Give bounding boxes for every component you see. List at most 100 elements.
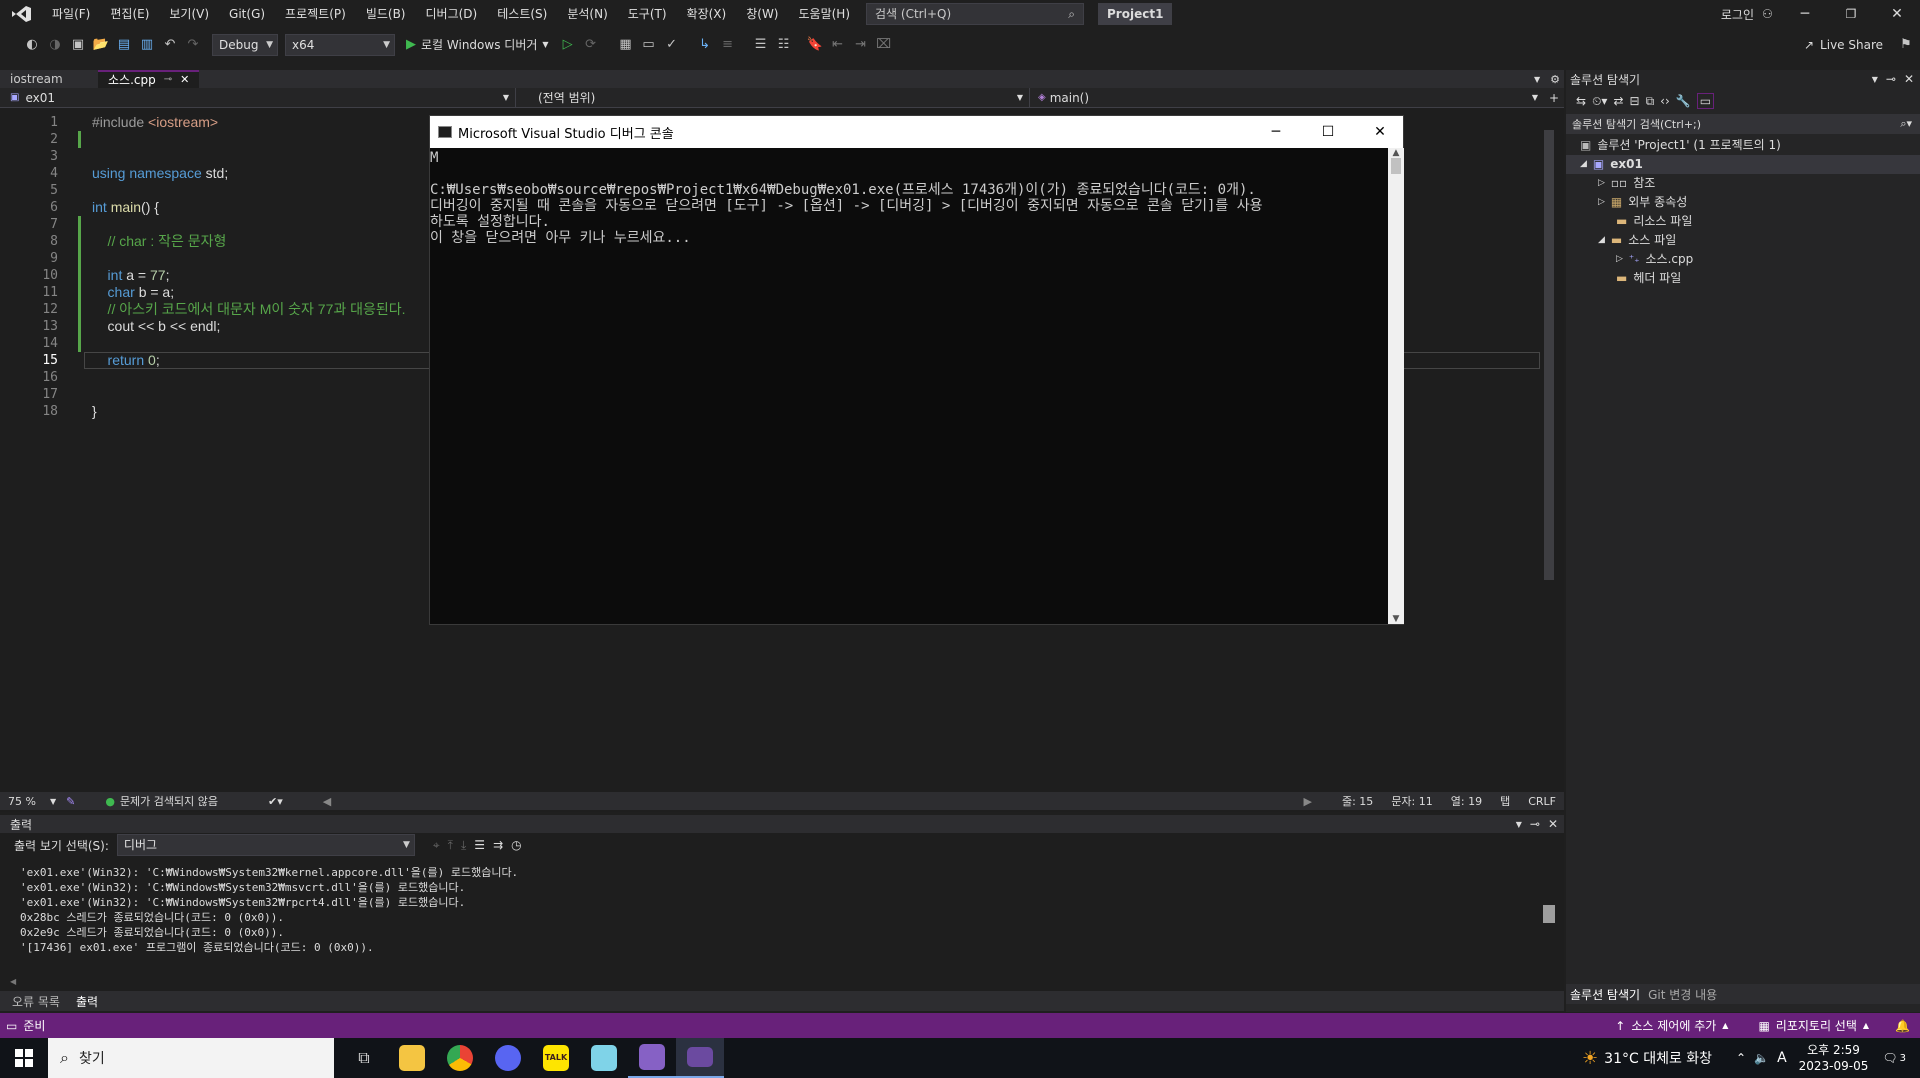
menu-item[interactable]: 프로젝트(P) bbox=[275, 0, 356, 28]
solution-dropdown-icon[interactable]: ▼ bbox=[1872, 75, 1878, 84]
tab-solution-explorer[interactable]: 솔루션 탐색기 bbox=[1570, 986, 1640, 1003]
add-source-control-button[interactable]: ↑ 소스 제어에 추가 ▲ bbox=[1615, 1017, 1728, 1034]
spellcheck-icon[interactable]: ✓ bbox=[662, 35, 682, 55]
tree-solution-root[interactable]: ▣ 솔루션 'Project1' (1 프로젝트의 1) bbox=[1566, 136, 1920, 155]
issues-indicator[interactable]: ● 문제가 검색되지 않음 bbox=[105, 793, 218, 809]
redo-icon[interactable]: ↷ bbox=[183, 35, 203, 55]
tree-source-files[interactable]: ◢ ▬ 소스 파일 bbox=[1566, 231, 1920, 250]
tree-external-deps[interactable]: ▷ ▦ 외부 종속성 bbox=[1566, 193, 1920, 212]
intellicode-icon[interactable]: ✎ bbox=[66, 795, 75, 808]
feedback-icon[interactable]: ⚑ bbox=[1896, 35, 1916, 55]
tab-source-cpp[interactable]: 소스.cpp ⊸ ✕ bbox=[98, 70, 200, 89]
debug-console-window[interactable]: Microsoft Visual Studio 디버그 콘솔 ─ ☐ ✕ M C:… bbox=[429, 115, 1404, 625]
menu-item[interactable]: 테스트(S) bbox=[487, 0, 557, 28]
eol-indicator[interactable]: CRLF bbox=[1528, 795, 1556, 808]
scroll-right-icon[interactable]: ▶ bbox=[1304, 795, 1312, 808]
output-pin-icon[interactable]: ⊸ bbox=[1530, 817, 1540, 831]
login-link[interactable]: 로그인 bbox=[1721, 6, 1754, 23]
visual-studio-button[interactable] bbox=[628, 1038, 676, 1078]
tab-indicator[interactable]: 탭 bbox=[1500, 793, 1510, 809]
forward-icon[interactable]: ◑ bbox=[45, 35, 65, 55]
settings-icon[interactable]: ⚙ bbox=[1550, 73, 1560, 86]
tree-source-cpp[interactable]: ▷ ⁺₊ 소스.cpp bbox=[1566, 250, 1920, 269]
tab-dropdown-icon[interactable]: ▼ bbox=[1534, 75, 1540, 84]
tab-error-list[interactable]: 오류 목록 bbox=[12, 993, 60, 1010]
layout-icon[interactable]: ▭ bbox=[639, 35, 659, 55]
undo-icon[interactable]: ↶ bbox=[160, 35, 180, 55]
next-bookmark-icon[interactable]: ⇥ bbox=[851, 35, 871, 55]
output-vscrollbar[interactable] bbox=[1540, 865, 1558, 975]
menu-item[interactable]: 도구(T) bbox=[618, 0, 677, 28]
save-icon[interactable]: ▤ bbox=[114, 35, 134, 55]
prev-bookmark-icon[interactable]: ⇤ bbox=[828, 35, 848, 55]
notifications-bell-icon[interactable]: 🔔 bbox=[1895, 1019, 1910, 1033]
start-without-debug-icon[interactable]: ▷ bbox=[558, 35, 578, 55]
tab-git-changes[interactable]: Git 변경 내용 bbox=[1648, 986, 1717, 1003]
start-button[interactable] bbox=[0, 1038, 48, 1078]
save-all-icon[interactable]: ▥ bbox=[137, 35, 157, 55]
tray-overflow-icon[interactable]: ⌃ bbox=[1736, 1051, 1746, 1065]
cleanup-icon[interactable]: ✔▾ bbox=[268, 795, 283, 808]
member-nav-select[interactable]: ◈ main() ▼ bbox=[1030, 88, 1544, 108]
uncomment-icon[interactable]: ☷ bbox=[774, 35, 794, 55]
menu-item[interactable]: 확장(X) bbox=[677, 0, 737, 28]
weather-widget[interactable]: ☀ 31°C 대체로 화창 bbox=[1582, 1048, 1712, 1069]
solution-pin-icon[interactable]: ⊸ bbox=[1886, 72, 1896, 86]
timestamp-icon[interactable]: ◷ bbox=[511, 838, 521, 852]
config-select[interactable]: Debug ▼ bbox=[212, 33, 278, 56]
menu-item[interactable]: 파일(F) bbox=[42, 0, 100, 28]
editor-vscrollbar[interactable] bbox=[1540, 114, 1558, 794]
platform-select[interactable]: x64 ▼ bbox=[285, 33, 395, 56]
zoom-select[interactable]: 75 % ▼ bbox=[8, 795, 56, 808]
hot-reload-icon[interactable]: ⟳ bbox=[581, 35, 601, 55]
col-indicator[interactable]: 열: 19 bbox=[1451, 793, 1482, 809]
console-close-button[interactable]: ✕ bbox=[1357, 124, 1403, 140]
vs-logo-icon[interactable] bbox=[0, 0, 42, 28]
console-minimize-button[interactable]: ─ bbox=[1253, 124, 1299, 140]
console-titlebar[interactable]: Microsoft Visual Studio 디버그 콘솔 ─ ☐ ✕ bbox=[430, 116, 1403, 148]
menu-item[interactable]: 디버그(D) bbox=[416, 0, 488, 28]
line-indicator[interactable]: 줄: 15 bbox=[1342, 793, 1373, 809]
clear-bookmark-icon[interactable]: ⌧ bbox=[874, 35, 894, 55]
menu-item[interactable]: 편집(E) bbox=[100, 0, 159, 28]
output-close-icon[interactable]: ✕ bbox=[1548, 817, 1558, 831]
volume-icon[interactable]: 🔈 bbox=[1754, 1051, 1769, 1065]
output-dropdown-icon[interactable]: ▼ bbox=[1516, 820, 1522, 829]
clear-all-icon[interactable]: ☰ bbox=[474, 838, 485, 852]
menu-item[interactable]: 보기(V) bbox=[159, 0, 219, 28]
close-window-button[interactable]: ✕ bbox=[1874, 6, 1920, 22]
kakaotalk-button[interactable]: TALK bbox=[532, 1038, 580, 1078]
select-repo-button[interactable]: ▦ 리포지토리 선택 ▲ bbox=[1758, 1017, 1869, 1034]
scroll-left-icon[interactable]: ◀ bbox=[323, 795, 331, 808]
pin-icon[interactable]: ⊸ bbox=[164, 71, 172, 89]
next-message-icon[interactable]: ⤓ bbox=[461, 838, 466, 853]
start-debug-button[interactable]: ▶ 로컬 Windows 디버거 ▼ bbox=[406, 36, 549, 53]
format-icon[interactable]: ≡ bbox=[718, 35, 738, 55]
find-message-icon[interactable]: ⌖ bbox=[433, 838, 440, 853]
menu-item[interactable]: Git(G) bbox=[219, 0, 275, 28]
scope-nav-select[interactable]: (전역 범위) ▼ bbox=[516, 87, 1030, 108]
tree-header-files[interactable]: ▬ 헤더 파일 bbox=[1566, 269, 1920, 288]
char-indicator[interactable]: 문자: 11 bbox=[1391, 793, 1432, 809]
console-task-button[interactable] bbox=[676, 1038, 724, 1078]
console-maximize-button[interactable]: ☐ bbox=[1305, 124, 1351, 140]
code-view-icon[interactable]: ‹› bbox=[1660, 94, 1670, 108]
tree-project[interactable]: ◢ ▣ ex01 bbox=[1566, 155, 1920, 174]
step-icon[interactable]: ↳ bbox=[695, 35, 715, 55]
restore-button[interactable]: ❐ bbox=[1828, 7, 1874, 21]
tree-resource-files[interactable]: ▬ 리소스 파일 bbox=[1566, 212, 1920, 231]
output-hscrollbar[interactable]: ◀ bbox=[10, 977, 1540, 987]
close-tab-icon[interactable]: ✕ bbox=[180, 71, 189, 89]
ime-indicator[interactable]: A bbox=[1777, 1050, 1787, 1066]
console-scroll-thumb[interactable] bbox=[1391, 158, 1401, 174]
bookmark-icon[interactable]: 🔖 bbox=[805, 35, 825, 55]
search-box[interactable]: 검색 (Ctrl+Q) ⌕ bbox=[866, 3, 1085, 25]
history-icon[interactable]: ⏲▾ bbox=[1592, 94, 1607, 109]
back-icon[interactable]: ◐ bbox=[22, 35, 42, 55]
collapse-all-icon[interactable]: ⊟ bbox=[1630, 94, 1640, 108]
tree-references[interactable]: ▷ ▫▫ 참조 bbox=[1566, 174, 1920, 193]
console-scrollbar[interactable]: ▲ ▼ bbox=[1388, 148, 1404, 624]
menu-item[interactable]: 창(W) bbox=[736, 0, 788, 28]
menu-item[interactable]: 빌드(B) bbox=[356, 0, 416, 28]
menu-item[interactable]: 분석(N) bbox=[557, 0, 617, 28]
